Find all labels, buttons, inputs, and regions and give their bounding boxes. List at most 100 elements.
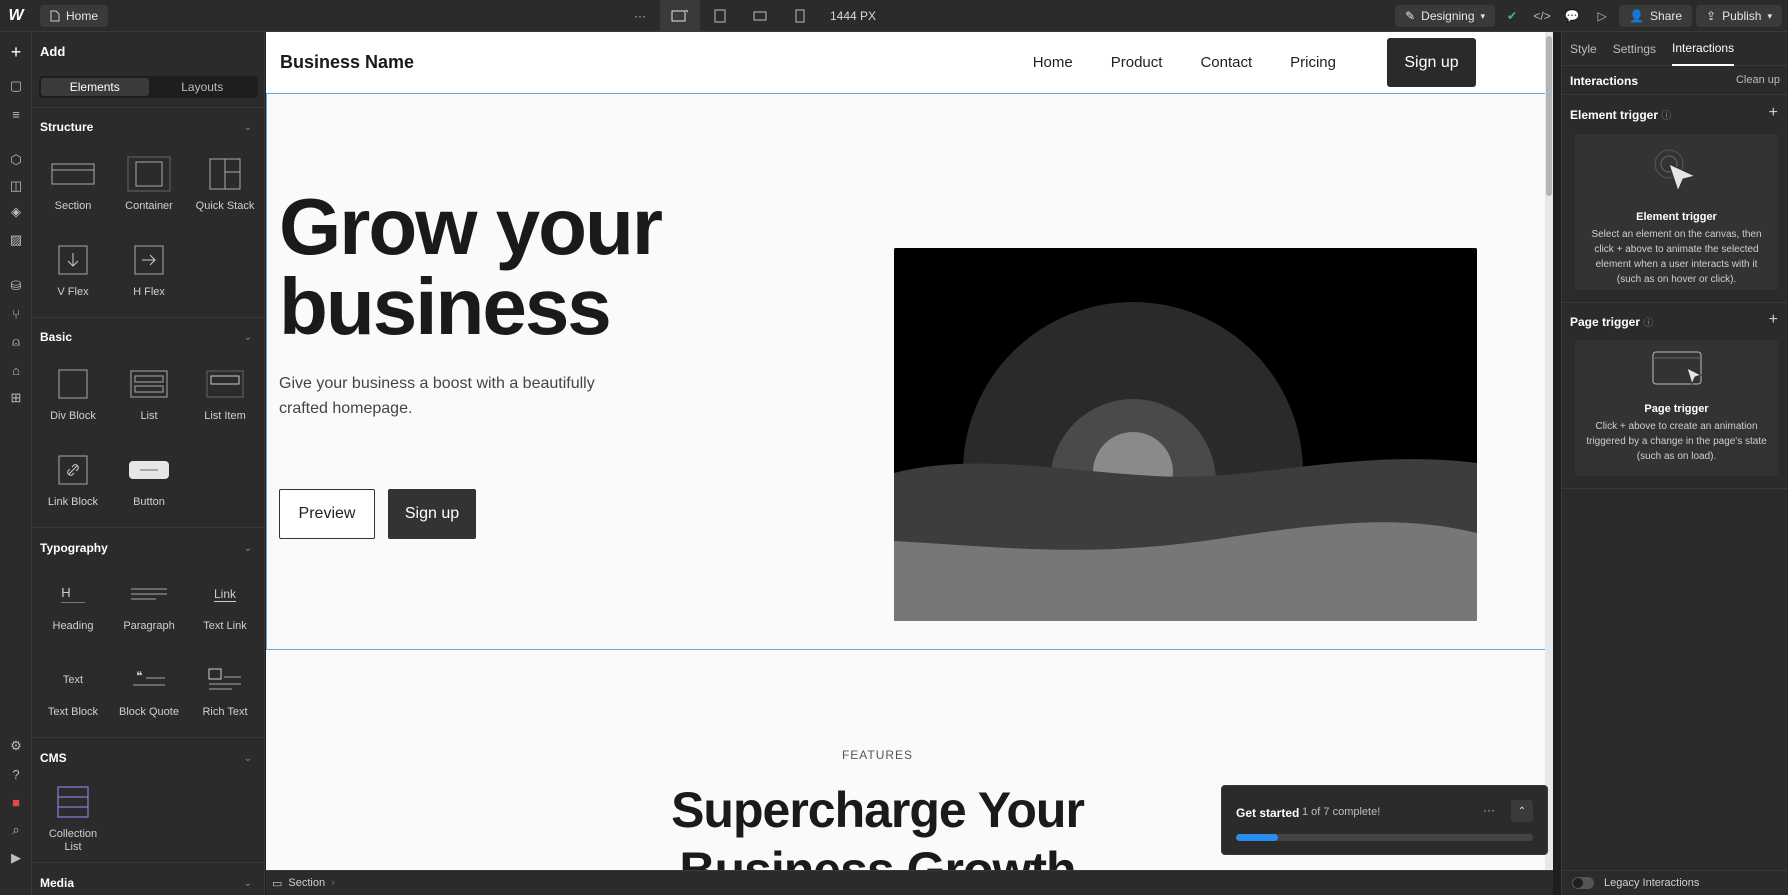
- site-brand[interactable]: Business Name: [280, 52, 414, 73]
- info-icon[interactable]: ⓘ: [1643, 318, 1653, 329]
- tab-settings[interactable]: Settings: [1613, 32, 1656, 66]
- element-button[interactable]: Button: [111, 452, 187, 522]
- styles-icon[interactable]: ◈: [0, 198, 32, 226]
- assets-icon[interactable]: ▨: [0, 226, 32, 254]
- page-name: Home: [66, 8, 99, 23]
- mobile-landscape-icon[interactable]: [740, 0, 780, 32]
- settings-gear-icon[interactable]: ⚙: [0, 732, 32, 760]
- chevron-down-icon: ▾: [1767, 10, 1772, 21]
- add-icon[interactable]: +: [0, 38, 32, 66]
- element-collection-list[interactable]: Collection List: [35, 784, 111, 854]
- help-icon[interactable]: ?: [0, 760, 32, 788]
- element-text-block[interactable]: Text Text Block: [35, 662, 111, 732]
- users-icon[interactable]: ⍝: [0, 328, 32, 356]
- site-navbar[interactable]: Business Name Home Product Contact Prici…: [266, 32, 1553, 92]
- element-div-block[interactable]: Div Block: [35, 366, 111, 436]
- components-icon[interactable]: ⬡: [0, 146, 32, 174]
- element-text-link[interactable]: Link Text Link: [187, 576, 263, 646]
- cursor-click-icon: [1654, 149, 1696, 193]
- heading-icon: H: [51, 576, 95, 612]
- more-options-button[interactable]: ···: [620, 0, 660, 32]
- page-icon: [50, 10, 60, 21]
- element-quick-stack[interactable]: Quick Stack: [187, 156, 263, 226]
- element-section[interactable]: Section: [35, 156, 111, 226]
- publish-button[interactable]: ⇪ Publish ▾: [1696, 5, 1782, 27]
- record-icon[interactable]: ■: [0, 788, 32, 816]
- code-icon[interactable]: </>: [1529, 3, 1555, 29]
- add-page-trigger-icon[interactable]: +: [1769, 311, 1778, 329]
- navigator-icon[interactable]: ≡: [0, 100, 32, 128]
- section-header-media[interactable]: Media: [40, 876, 74, 890]
- list-item-icon: [203, 366, 247, 402]
- hero-signup-button[interactable]: Sign up: [388, 489, 476, 539]
- link-icon: [51, 452, 95, 488]
- info-icon[interactable]: ⓘ: [1661, 111, 1671, 122]
- mode-selector[interactable]: ✎ Designing ▾: [1395, 5, 1496, 27]
- element-link-block[interactable]: Link Block: [35, 452, 111, 522]
- section-header-cms[interactable]: CMS: [40, 751, 67, 765]
- chevron-down-icon[interactable]: ⌄: [244, 122, 252, 133]
- text-block-icon: Text: [62, 674, 84, 686]
- toast-title: Get started: [1236, 806, 1300, 820]
- section-header-structure[interactable]: Structure: [40, 120, 93, 134]
- check-circle-icon[interactable]: ✔: [1499, 3, 1525, 29]
- chevron-down-icon[interactable]: ⌄: [244, 753, 252, 764]
- hero-image-placeholder[interactable]: [894, 248, 1477, 621]
- cms-icon[interactable]: ⛁: [0, 272, 32, 300]
- comment-icon[interactable]: 💬: [1559, 3, 1585, 29]
- element-paragraph[interactable]: Paragraph: [111, 576, 187, 646]
- nav-link-product[interactable]: Product: [1111, 54, 1163, 71]
- share-button[interactable]: 👤 Share: [1619, 5, 1693, 27]
- search-icon[interactable]: ⌕: [0, 816, 32, 844]
- add-element-trigger-icon[interactable]: +: [1769, 104, 1778, 122]
- nav-link-pricing[interactable]: Pricing: [1290, 54, 1336, 71]
- element-v-flex[interactable]: V Flex: [35, 242, 111, 312]
- element-list[interactable]: List: [111, 366, 187, 436]
- chevron-up-icon[interactable]: ⌃: [1511, 800, 1533, 822]
- tab-style[interactable]: Style: [1570, 32, 1597, 66]
- design-canvas[interactable]: Business Name Home Product Contact Prici…: [266, 32, 1553, 870]
- more-icon[interactable]: ···: [1483, 803, 1495, 817]
- hero-section-selected[interactable]: Grow your business Give your business a b…: [266, 93, 1553, 650]
- apps-icon[interactable]: ⊞: [0, 384, 32, 412]
- legacy-interactions-toggle[interactable]: [1572, 877, 1594, 889]
- preview-button[interactable]: Preview: [279, 489, 375, 539]
- rich-text-icon: [203, 662, 247, 698]
- mobile-portrait-icon[interactable]: [780, 0, 820, 32]
- legacy-interactions-row: Legacy Interactions: [1562, 870, 1788, 895]
- video-icon[interactable]: ▶: [0, 844, 32, 872]
- chevron-down-icon[interactable]: ⌄: [244, 543, 252, 554]
- preview-play-icon[interactable]: ▷: [1589, 3, 1615, 29]
- pages-icon[interactable]: ▢: [0, 72, 32, 100]
- logic-icon[interactable]: ⑂: [0, 300, 32, 328]
- breadcrumb-section[interactable]: Section: [288, 877, 325, 889]
- tab-elements[interactable]: Elements: [41, 78, 149, 96]
- tab-layouts[interactable]: Layouts: [149, 78, 257, 96]
- tablet-breakpoint-icon[interactable]: [700, 0, 740, 32]
- clean-up-button[interactable]: Clean up: [1736, 74, 1780, 86]
- element-container[interactable]: Container: [111, 156, 187, 226]
- chevron-down-icon[interactable]: ⌄: [244, 878, 252, 889]
- nav-signup-button[interactable]: Sign up: [1387, 38, 1476, 87]
- element-block-quote[interactable]: ❝ Block Quote: [111, 662, 187, 732]
- section-header-typography[interactable]: Typography: [40, 541, 108, 555]
- scrollbar-thumb[interactable]: [1546, 36, 1552, 196]
- tab-interactions[interactable]: Interactions: [1672, 32, 1735, 66]
- nav-link-contact[interactable]: Contact: [1200, 54, 1252, 71]
- element-rich-text[interactable]: Rich Text: [187, 662, 263, 732]
- element-heading[interactable]: H Heading: [35, 576, 111, 646]
- ecommerce-icon[interactable]: ⌂: [0, 356, 32, 384]
- nav-link-home[interactable]: Home: [1033, 54, 1073, 71]
- canvas-scrollbar[interactable]: [1545, 32, 1553, 870]
- hero-subtitle[interactable]: Give your business a boost with a beauti…: [279, 371, 619, 421]
- features-eyebrow[interactable]: FEATURES: [266, 748, 1489, 762]
- section-header-basic[interactable]: Basic: [40, 330, 72, 344]
- webflow-logo-icon[interactable]: W: [0, 0, 32, 32]
- variables-icon[interactable]: ◫: [0, 172, 32, 200]
- chevron-down-icon[interactable]: ⌄: [244, 332, 252, 343]
- element-h-flex[interactable]: H Flex: [111, 242, 187, 312]
- element-list-item[interactable]: List Item: [187, 366, 263, 436]
- hero-heading[interactable]: Grow your business: [279, 187, 663, 347]
- desktop-breakpoint-icon[interactable]: [660, 0, 700, 32]
- page-selector[interactable]: Home: [40, 4, 109, 27]
